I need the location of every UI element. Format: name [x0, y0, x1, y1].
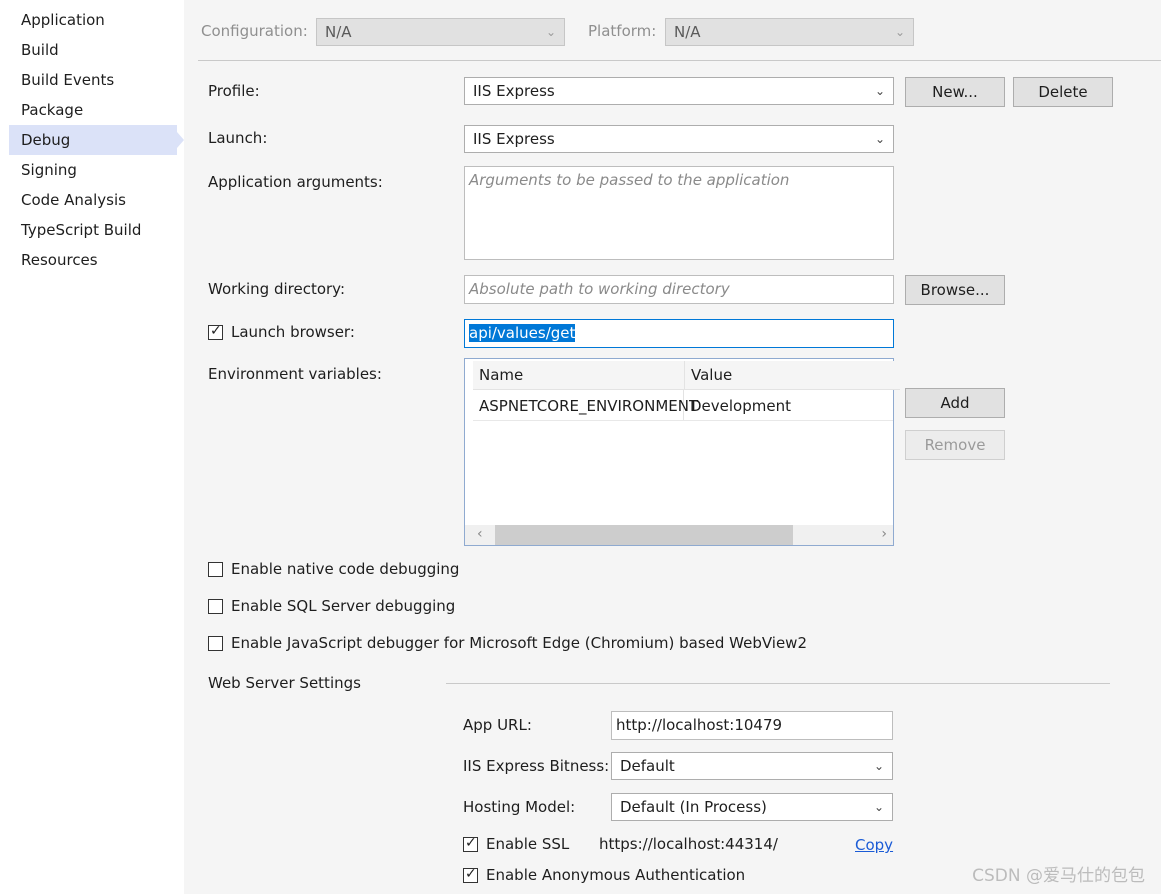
ssl-url-text: https://localhost:44314/	[599, 835, 778, 853]
app-url-label: App URL:	[463, 716, 532, 734]
new-profile-button[interactable]: New...	[905, 77, 1005, 107]
anonymous-auth-label: Enable Anonymous Authentication	[486, 866, 746, 884]
chevron-down-icon: ⌄	[873, 800, 884, 814]
env-var-name-cell[interactable]: ASPNETCORE_ENVIRONMENT	[479, 392, 698, 420]
js-debugging-checkbox[interactable]	[208, 636, 223, 651]
scrollbar-thumb[interactable]	[495, 525, 793, 545]
bitness-label: IIS Express Bitness:	[463, 757, 610, 775]
platform-value: N/A	[674, 23, 701, 41]
grid-header-name[interactable]: Name	[473, 361, 689, 390]
working-directory-label: Working directory:	[208, 280, 346, 298]
sidebar-item-build-events[interactable]: Build Events	[9, 65, 177, 95]
enable-ssl-label: Enable SSL	[486, 835, 570, 853]
launch-browser-url-value: api/values/get	[469, 324, 576, 342]
delete-profile-button[interactable]: Delete	[1013, 77, 1113, 107]
working-directory-input[interactable]: Absolute path to working directory	[464, 275, 894, 304]
toolbar-divider	[198, 60, 1161, 61]
chevron-down-icon: ⌄	[874, 84, 885, 98]
platform-label: Platform:	[588, 22, 657, 40]
horizontal-scrollbar[interactable]: ‹ ›	[465, 525, 893, 545]
sql-debugging-label: Enable SQL Server debugging	[231, 597, 456, 615]
scroll-left-arrow-icon[interactable]: ‹	[477, 526, 483, 542]
hosting-model-label: Hosting Model:	[463, 798, 576, 816]
app-arguments-placeholder: Arguments to be passed to the applicatio…	[469, 171, 790, 189]
configuration-value: N/A	[325, 23, 352, 41]
property-pages-sidebar: Application Build Build Events Package D…	[0, 0, 184, 894]
web-server-settings-title: Web Server Settings	[208, 674, 361, 692]
launch-browser-url-input[interactable]: api/values/get	[464, 319, 894, 348]
sql-debugging-checkbox[interactable]	[208, 599, 223, 614]
sidebar-item-signing[interactable]: Signing	[9, 155, 177, 185]
launch-label: Launch:	[208, 129, 268, 147]
launch-browser-checkbox[interactable]: ✓	[208, 323, 223, 340]
profile-dropdown[interactable]: IIS Express ⌄	[464, 77, 894, 105]
chevron-down-icon: ⌄	[873, 759, 884, 773]
profile-value: IIS Express	[473, 82, 555, 100]
enable-ssl-checkbox[interactable]: ✓	[463, 835, 478, 852]
app-url-value: http://localhost:10479	[616, 716, 783, 734]
configuration-dropdown[interactable]: N/A ⌄	[316, 18, 565, 46]
checkmark-icon: ✓	[465, 866, 477, 882]
browse-button[interactable]: Browse...	[905, 275, 1005, 305]
environment-variables-label: Environment variables:	[208, 365, 382, 383]
app-arguments-label: Application arguments:	[208, 173, 383, 191]
watermark: CSDN @爱马仕的包包	[972, 866, 1145, 886]
add-env-var-button[interactable]: Add	[905, 388, 1005, 418]
app-arguments-textarea[interactable]: Arguments to be passed to the applicatio…	[464, 166, 894, 260]
environment-variables-grid[interactable]: Name Value ASPNETCORE_ENVIRONMENT Develo…	[464, 358, 900, 546]
sidebar-item-debug[interactable]: Debug	[9, 125, 177, 155]
section-divider	[446, 683, 1110, 684]
launch-browser-label: Launch browser:	[231, 323, 355, 341]
sidebar-item-build[interactable]: Build	[9, 35, 177, 65]
anonymous-auth-checkbox[interactable]: ✓	[463, 866, 478, 883]
scroll-right-arrow-icon[interactable]: ›	[881, 526, 887, 542]
hosting-model-value: Default (In Process)	[620, 798, 767, 816]
chevron-down-icon: ⌄	[894, 25, 905, 39]
checkmark-icon: ✓	[210, 323, 222, 339]
hosting-model-dropdown[interactable]: Default (In Process) ⌄	[611, 793, 893, 821]
configuration-label: Configuration:	[201, 22, 308, 40]
copy-ssl-url-link[interactable]: Copy	[855, 836, 893, 854]
working-directory-placeholder: Absolute path to working directory	[469, 280, 730, 298]
sidebar-item-resources[interactable]: Resources	[9, 245, 177, 275]
env-var-value-cell[interactable]: Development	[690, 392, 791, 420]
remove-env-var-button[interactable]: Remove	[905, 430, 1005, 460]
app-url-input[interactable]: http://localhost:10479	[611, 711, 893, 740]
js-debugging-label: Enable JavaScript debugger for Microsoft…	[231, 634, 807, 652]
chevron-down-icon: ⌄	[545, 25, 556, 39]
sidebar-item-package[interactable]: Package	[9, 95, 177, 125]
launch-dropdown[interactable]: IIS Express ⌄	[464, 125, 894, 153]
sidebar-item-typescript-build[interactable]: TypeScript Build	[9, 215, 177, 245]
selected-arrow-indicator	[177, 132, 184, 148]
launch-value: IIS Express	[473, 130, 555, 148]
profile-label: Profile:	[208, 82, 260, 100]
platform-dropdown[interactable]: N/A ⌄	[665, 18, 914, 46]
native-debugging-label: Enable native code debugging	[231, 560, 460, 578]
bitness-value: Default	[620, 757, 675, 775]
native-debugging-checkbox[interactable]	[208, 562, 223, 577]
sidebar-item-code-analysis[interactable]: Code Analysis	[9, 185, 177, 215]
sidebar-item-application[interactable]: Application	[9, 5, 177, 35]
bitness-dropdown[interactable]: Default ⌄	[611, 752, 893, 780]
grid-header-value[interactable]: Value	[684, 361, 900, 390]
chevron-down-icon: ⌄	[874, 132, 885, 146]
checkmark-icon: ✓	[465, 835, 477, 851]
